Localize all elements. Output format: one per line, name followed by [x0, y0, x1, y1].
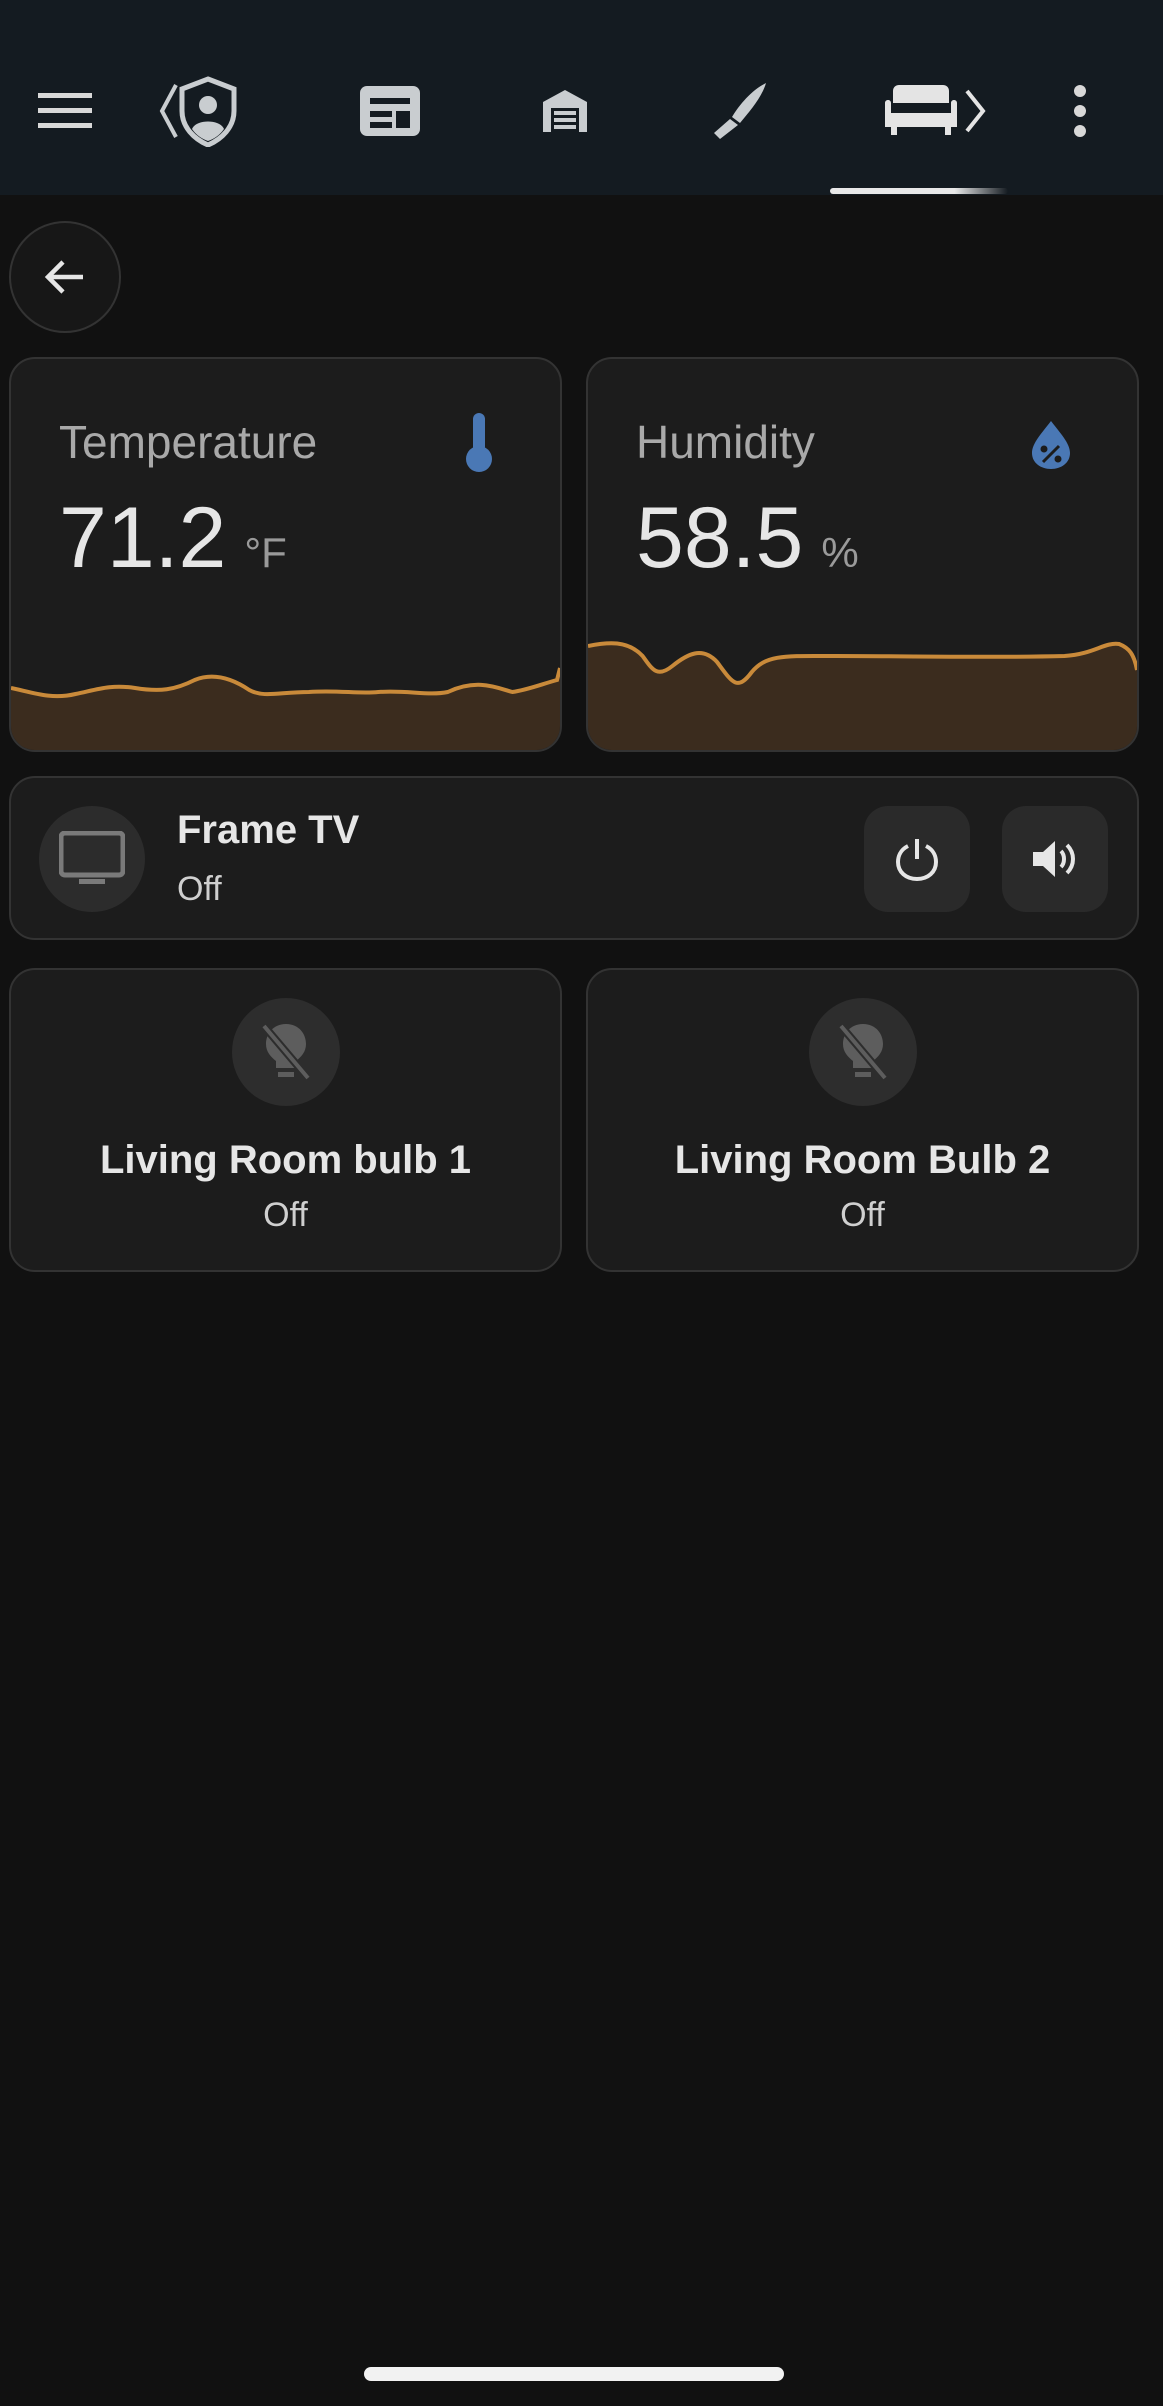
- sensor-value: 58.5%: [636, 489, 859, 588]
- power-button[interactable]: [864, 806, 970, 912]
- media-icon-button[interactable]: [39, 806, 145, 912]
- temperature-history-graph: [11, 667, 560, 750]
- media-name: Frame TV: [177, 808, 360, 852]
- television-icon: [59, 831, 125, 884]
- light-card-1[interactable]: Living Room bulb 1 Off: [9, 968, 562, 1272]
- light-state: Off: [840, 1196, 885, 1234]
- top-app-bar: [0, 0, 1163, 195]
- light-card-2[interactable]: Living Room Bulb 2 Off: [586, 968, 1139, 1272]
- power-icon: [896, 839, 938, 881]
- light-toggle-button[interactable]: [808, 998, 917, 1106]
- home-indicator[interactable]: [364, 2367, 784, 2381]
- thermometer-icon: [459, 411, 499, 480]
- humidity-history-graph: [588, 641, 1137, 750]
- sensor-value: 71.2 °F: [59, 489, 287, 588]
- temperature-unit: °F: [244, 529, 287, 576]
- temperature-sensor-card[interactable]: Temperature 71.2 °F: [9, 357, 562, 752]
- garage-icon[interactable]: [525, 56, 605, 166]
- menu-icon[interactable]: [30, 56, 100, 166]
- water-percent-icon: [1028, 419, 1074, 476]
- sensor-name: Humidity: [636, 416, 815, 468]
- lightbulb-off-icon: [260, 1023, 311, 1081]
- more-vertical-icon[interactable]: [1060, 56, 1100, 166]
- media-player-card[interactable]: Frame TV Off: [9, 776, 1139, 940]
- temperature-value: 71.2: [59, 490, 227, 586]
- back-button[interactable]: [9, 221, 121, 333]
- arrow-left-icon: [44, 260, 83, 294]
- humidity-unit: %: [821, 529, 859, 576]
- volume-icon: [1033, 841, 1075, 877]
- newspaper-icon[interactable]: [350, 56, 430, 166]
- knife-icon[interactable]: [700, 56, 780, 166]
- sofa-icon[interactable]: [880, 56, 990, 166]
- light-toggle-button[interactable]: [231, 998, 340, 1106]
- light-name: Living Room Bulb 2: [674, 1138, 1051, 1182]
- humidity-sensor-card[interactable]: Humidity 58.5%: [586, 357, 1139, 752]
- account-shield-icon[interactable]: [155, 56, 245, 166]
- light-name: Living Room bulb 1: [99, 1138, 472, 1182]
- volume-button[interactable]: [1002, 806, 1108, 912]
- active-tab-indicator: [830, 188, 1008, 194]
- lightbulb-off-icon: [837, 1023, 888, 1081]
- media-state: Off: [177, 870, 222, 908]
- light-state: Off: [263, 1196, 308, 1234]
- sensor-name: Temperature: [59, 416, 318, 468]
- humidity-value: 58.5: [636, 490, 804, 586]
